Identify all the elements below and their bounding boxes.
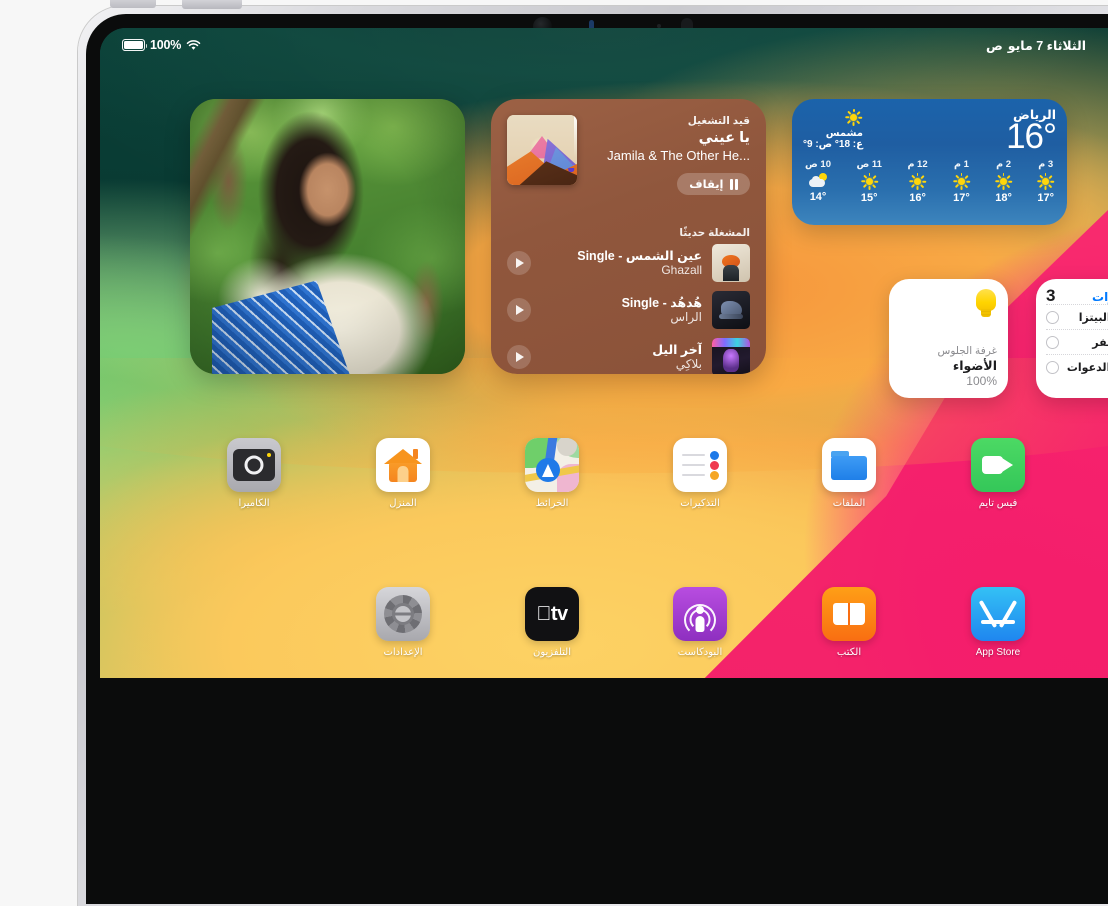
status-bar: 100% الثلاثاء 7 مايو ص	[100, 28, 1108, 62]
home-brightness-value: 100%	[966, 374, 997, 388]
weather-condition-block: مشمس ع: 18° ص: 9°	[803, 108, 863, 150]
battery-icon	[122, 39, 148, 51]
play-icon[interactable]	[507, 297, 531, 322]
lightbulb-icon	[975, 289, 997, 319]
track-name: آخر اليل	[652, 343, 702, 357]
track-subtitle: الراس	[670, 310, 702, 324]
forecast-hour-label: 1 م	[953, 159, 969, 171]
track-info: آخر اليل بلاكِي	[541, 342, 702, 371]
forecast-hour: 3 م 17°	[1037, 159, 1055, 205]
weather-widget[interactable]: الرياض 16° مشمس ع: 18° ص: 9° 3 م 17° 2 م…	[792, 99, 1067, 225]
track-artwork	[712, 290, 750, 329]
track-list-item[interactable]: هُدهُد - Single الراس	[491, 286, 766, 333]
weather-condition: مشمس	[825, 128, 863, 139]
reminder-text: تحضير البيتزا	[1078, 312, 1108, 324]
forecast-hour-temp: 17°	[953, 192, 970, 205]
forecast-hour: 1 م 17°	[952, 159, 970, 205]
track-info: هُدهُد - Single الراس	[541, 295, 702, 324]
status-date-label: الثلاثاء 7 مايو	[1007, 38, 1086, 53]
forecast-hour-temp: 14°	[809, 191, 827, 204]
track-artist: Jamila & The Other He...	[607, 148, 750, 163]
music-now-playing-section: ♫ قيد التشغيل يا عيني Jamila & The Other…	[491, 99, 766, 225]
home-screen: 100% الثلاثاء 7 مايو ص ♫	[100, 28, 1108, 678]
partly-cloudy-icon	[809, 173, 827, 188]
reminders-title: التذكيرات	[1092, 290, 1108, 304]
recently-played-label: المشغلة حديثًا	[679, 227, 750, 239]
now-playing-info: قيد التشغيل يا عيني Jamila & The Other H…	[577, 115, 750, 195]
status-bar-right: الثلاثاء 7 مايو ص	[986, 38, 1086, 53]
forecast-hour-temp: 17°	[1037, 192, 1054, 205]
home-widget-text: غرفة الجلوس الأضواء 100%	[900, 345, 997, 388]
play-icon[interactable]	[507, 344, 531, 369]
battery-percent-label: 100%	[150, 38, 182, 52]
track-name: هُدهُد - Single	[621, 296, 702, 310]
photos-widget[interactable]	[190, 99, 465, 374]
home-room-label: غرفة الجلوس	[937, 345, 997, 357]
reminders-count: 3	[1046, 286, 1056, 305]
status-bar-left: 100%	[122, 38, 201, 52]
pause-button[interactable]: إيقاف	[677, 173, 750, 195]
music-widget[interactable]: ♫ قيد التشغيل يا عيني Jamila & The Other…	[491, 99, 766, 374]
pause-icon	[729, 178, 738, 190]
weather-temperature: 16°	[1006, 117, 1057, 156]
reminder-item[interactable]: تحضير البيتزا	[1046, 304, 1108, 329]
reminder-text: إرسال الدعوات	[1066, 362, 1108, 374]
forecast-hour: 12 م 16°	[907, 159, 927, 204]
forecast-hour-label: 12 م	[907, 159, 928, 171]
track-name: عين الشمس - Single	[577, 249, 702, 263]
track-artwork	[712, 337, 750, 374]
pause-button-label: إيقاف	[689, 179, 724, 191]
battery-fill	[124, 41, 143, 49]
sun-icon	[995, 172, 1013, 190]
forecast-hour-label: 10 ص	[805, 159, 831, 171]
forecast-hour: 2 م 18°	[995, 159, 1013, 205]
photo-vignette	[190, 99, 465, 374]
play-icon[interactable]	[507, 250, 531, 275]
forecast-hour: 10 ص 14°	[805, 159, 831, 204]
reminders-widget[interactable]: التذكيرات 3 تحضير البيتزا إذن السفر إرسا…	[1036, 279, 1108, 398]
weather-header: الرياض 16° مشمس ع: 18° ص: 9°	[803, 107, 1057, 156]
home-accessory-label: الأضواء	[952, 359, 997, 373]
weather-location-temp: الرياض 16°	[1006, 107, 1057, 156]
track-title: يا عيني	[698, 130, 750, 146]
wifi-icon	[186, 39, 201, 50]
forecast-hour-label: 11 ص	[856, 159, 882, 171]
forecast-hour-label: 3 م	[1038, 159, 1054, 171]
widget-area: ♫ قيد التشغيل يا عيني Jamila & The Other…	[100, 28, 1108, 678]
forecast-hour-label: 2 م	[996, 159, 1012, 171]
status-meridiem-label: ص	[985, 38, 1003, 53]
reminder-checkbox-icon[interactable]	[1046, 361, 1059, 374]
reminder-text: إذن السفر	[1092, 337, 1108, 349]
track-artwork	[712, 243, 750, 282]
volume-up-button[interactable]	[110, 0, 156, 8]
album-artwork	[507, 115, 577, 185]
home-lights-widget[interactable]: غرفة الجلوس الأضواء 100%	[889, 279, 1008, 398]
sun-icon	[860, 172, 878, 190]
track-subtitle: بلاكِي	[675, 357, 702, 371]
forecast-hour-temp: 18°	[995, 192, 1012, 205]
forecast-hour-temp: 15°	[860, 192, 878, 205]
sun-icon	[952, 172, 970, 190]
sun-icon	[909, 172, 927, 190]
now-playing-label: قيد التشغيل	[687, 115, 750, 127]
track-list-item[interactable]: آخر اليل بلاكِي	[491, 333, 766, 374]
sun-icon	[1037, 172, 1055, 190]
volume-down-button[interactable]	[182, 0, 242, 9]
reminder-item[interactable]: إذن السفر	[1046, 329, 1108, 354]
reminders-header: التذكيرات 3	[1046, 287, 1108, 304]
sun-icon	[845, 108, 863, 126]
track-subtitle: Ghazall	[661, 263, 702, 277]
forecast-hour: 11 ص 15°	[856, 159, 881, 204]
reminder-item[interactable]: إرسال الدعوات	[1046, 354, 1108, 379]
track-info: عين الشمس - Single Ghazall	[541, 248, 702, 277]
weather-high-low: ع: 18° ص: 9°	[803, 139, 863, 150]
reminder-checkbox-icon[interactable]	[1046, 336, 1059, 349]
forecast-hour-temp: 16°	[909, 192, 926, 205]
weather-hourly-forecast: 3 م 17° 2 م 18° 1 م 17° 12 م 16° 11 ص 15…	[803, 159, 1056, 204]
reminder-checkbox-icon[interactable]	[1046, 311, 1059, 324]
track-list-item[interactable]: عين الشمس - Single Ghazall	[491, 239, 766, 286]
